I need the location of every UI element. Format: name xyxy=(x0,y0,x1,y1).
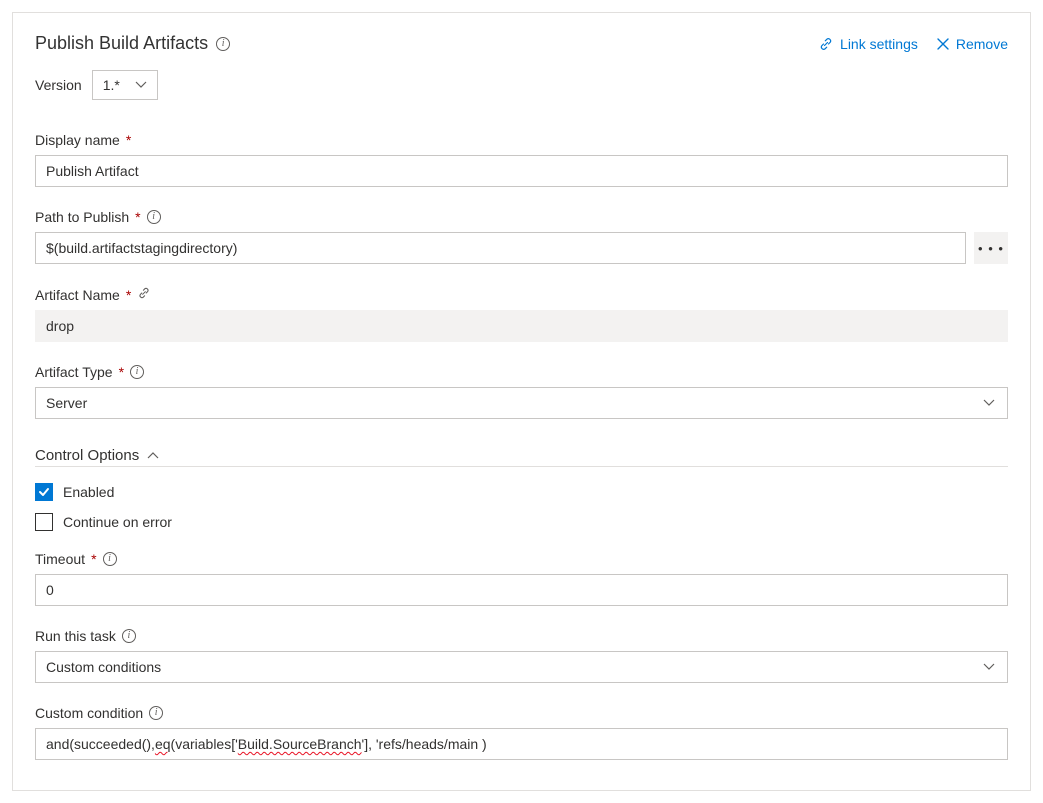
title-group: Publish Build Artifacts i xyxy=(35,33,230,54)
info-icon[interactable]: i xyxy=(216,37,230,51)
link-icon[interactable] xyxy=(137,286,151,303)
custom-condition-field: Custom condition i and(succeeded(), eq(v… xyxy=(35,705,1008,760)
link-icon xyxy=(818,36,834,52)
control-options-header[interactable]: Control Options xyxy=(35,447,1008,467)
enabled-label: Enabled xyxy=(63,484,114,500)
custom-condition-input[interactable]: and(succeeded(), eq(variables['Build.Sou… xyxy=(35,728,1008,760)
artifact-name-input[interactable] xyxy=(35,310,1008,342)
info-icon[interactable]: i xyxy=(130,365,144,379)
link-settings-label: Link settings xyxy=(840,36,918,52)
display-name-input[interactable] xyxy=(35,155,1008,187)
artifact-type-field: Artifact Type * i Server xyxy=(35,364,1008,419)
artifact-type-label: Artifact Type * i xyxy=(35,364,1008,380)
artifact-name-field: Artifact Name * xyxy=(35,286,1008,342)
remove-label: Remove xyxy=(956,36,1008,52)
display-name-label: Display name * xyxy=(35,132,1008,148)
continue-on-error-label: Continue on error xyxy=(63,514,172,530)
display-name-field: Display name * xyxy=(35,132,1008,187)
link-settings-button[interactable]: Link settings xyxy=(818,36,918,52)
timeout-input[interactable] xyxy=(35,574,1008,606)
run-this-task-label: Run this task i xyxy=(35,628,1008,644)
enabled-row: Enabled xyxy=(35,483,1008,501)
run-this-task-select[interactable]: Custom conditions xyxy=(35,651,1008,683)
continue-on-error-checkbox[interactable] xyxy=(35,513,53,531)
timeout-field: Timeout * i xyxy=(35,551,1008,606)
required-asterisk: * xyxy=(126,132,131,148)
path-to-publish-input[interactable] xyxy=(35,232,966,264)
timeout-label: Timeout * i xyxy=(35,551,1008,567)
info-icon[interactable]: i xyxy=(103,552,117,566)
path-to-publish-field: Path to Publish * i • • • xyxy=(35,209,1008,264)
enabled-checkbox[interactable] xyxy=(35,483,53,501)
header-actions: Link settings Remove xyxy=(818,36,1008,52)
continue-on-error-row: Continue on error xyxy=(35,513,1008,531)
version-select[interactable]: 1.* xyxy=(92,70,158,100)
custom-condition-label: Custom condition i xyxy=(35,705,1008,721)
task-config-panel: Publish Build Artifacts i Link settings … xyxy=(12,12,1031,791)
required-asterisk: * xyxy=(91,551,96,567)
info-icon[interactable]: i xyxy=(149,706,163,720)
artifact-name-label: Artifact Name * xyxy=(35,286,1008,303)
header-row: Publish Build Artifacts i Link settings … xyxy=(35,33,1008,54)
task-title: Publish Build Artifacts xyxy=(35,33,208,54)
version-row: Version 1.* xyxy=(35,70,1008,100)
version-label: Version xyxy=(35,77,82,93)
remove-button[interactable]: Remove xyxy=(936,36,1008,52)
run-this-task-field: Run this task i Custom conditions xyxy=(35,628,1008,683)
chevron-up-icon xyxy=(147,449,159,463)
close-icon xyxy=(936,37,950,51)
info-icon[interactable]: i xyxy=(147,210,161,224)
path-to-publish-label: Path to Publish * i xyxy=(35,209,1008,225)
info-icon[interactable]: i xyxy=(122,629,136,643)
artifact-type-select[interactable]: Server xyxy=(35,387,1008,419)
required-asterisk: * xyxy=(119,364,124,380)
required-asterisk: * xyxy=(126,287,131,303)
section-title: Control Options xyxy=(35,447,139,464)
required-asterisk: * xyxy=(135,209,140,225)
path-input-row: • • • xyxy=(35,232,1008,264)
browse-button[interactable]: • • • xyxy=(974,232,1008,264)
